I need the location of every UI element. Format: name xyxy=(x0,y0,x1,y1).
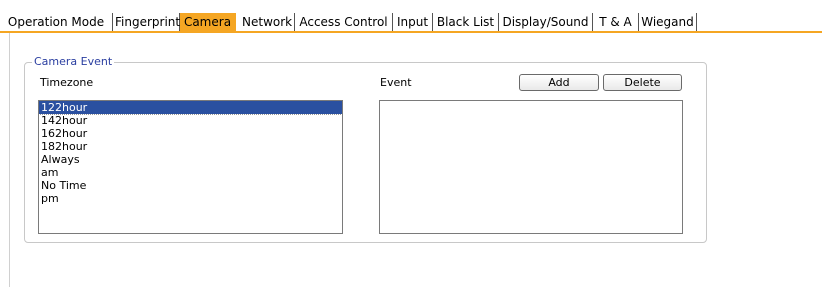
event-list[interactable] xyxy=(379,100,683,234)
timezone-list-item[interactable]: am xyxy=(39,166,342,179)
timezone-list-item[interactable]: 162hour xyxy=(39,127,342,140)
timezone-list-item[interactable]: No Time xyxy=(39,179,342,192)
timezone-list-item[interactable]: 182hour xyxy=(39,140,342,153)
event-label: Event xyxy=(380,76,412,89)
tab-access-control[interactable]: Access Control xyxy=(295,13,393,31)
camera-event-group-title: Camera Event xyxy=(32,55,115,68)
tab-camera[interactable]: Camera xyxy=(180,13,236,31)
timezone-list-item[interactable]: pm xyxy=(39,192,342,205)
tab-bar: Operation Mode Fingerprint Camera Networ… xyxy=(0,13,822,33)
timezone-list-item[interactable]: 122hour xyxy=(39,101,342,115)
add-button[interactable]: Add xyxy=(519,74,599,91)
delete-button[interactable]: Delete xyxy=(603,74,682,91)
tab-black-list[interactable]: Black List xyxy=(433,13,499,31)
tab-network[interactable]: Network xyxy=(240,13,295,31)
tab-input[interactable]: Input xyxy=(393,13,433,31)
panel-left-border xyxy=(9,33,10,287)
tab-fingerprint[interactable]: Fingerprint xyxy=(113,13,180,31)
tab-operation-mode[interactable]: Operation Mode xyxy=(0,13,113,31)
timezone-list-item[interactable]: 142hour xyxy=(39,114,342,127)
tab-display-sound[interactable]: Display/Sound xyxy=(499,13,593,31)
tab-t-and-a[interactable]: T & A xyxy=(593,13,639,31)
timezone-label: Timezone xyxy=(40,76,94,89)
tab-wiegand[interactable]: Wiegand xyxy=(639,13,697,31)
timezone-list[interactable]: 122hour 142hour 162hour 182hour Always a… xyxy=(38,100,343,234)
timezone-list-item[interactable]: Always xyxy=(39,153,342,166)
